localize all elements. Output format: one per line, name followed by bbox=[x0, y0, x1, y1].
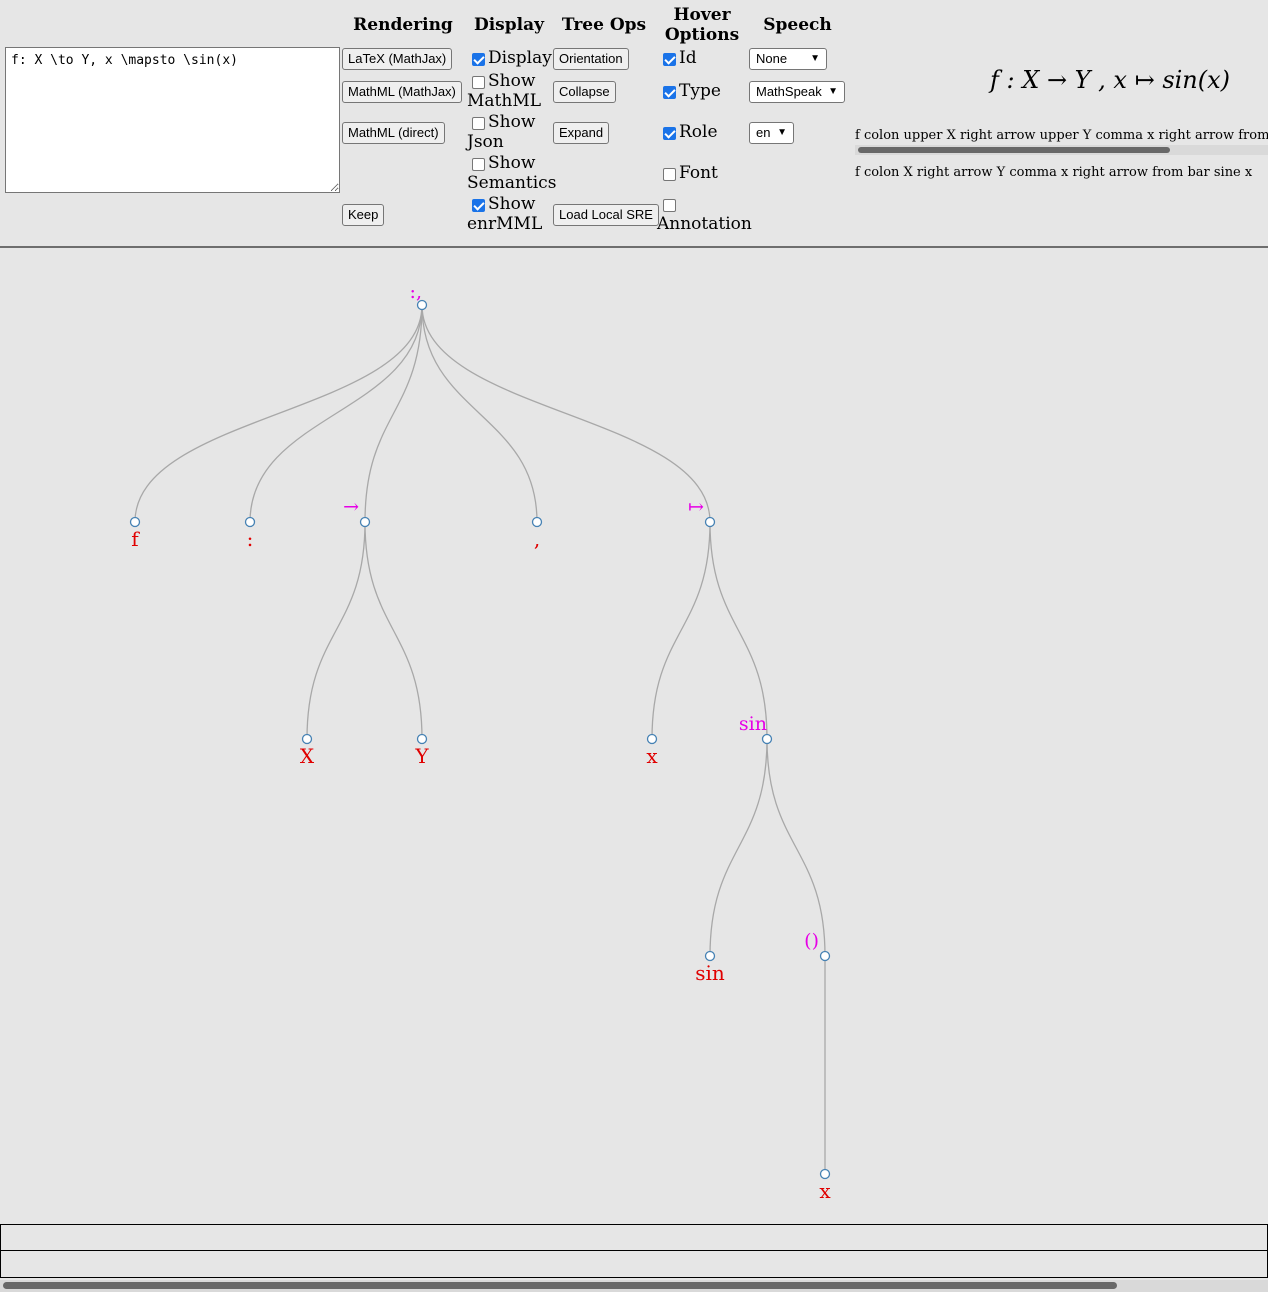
header-hover-line2: Options bbox=[664, 25, 740, 45]
show-mathml-label: Show MathML bbox=[467, 71, 553, 111]
latex-input[interactable] bbox=[5, 47, 340, 193]
hover-type-checkbox[interactable] bbox=[663, 86, 676, 99]
header-display: Display bbox=[473, 15, 544, 35]
tree-label-root: :, bbox=[410, 281, 422, 303]
show-json-line1: Show bbox=[488, 112, 536, 132]
show-semantics-line2: Semantics bbox=[467, 173, 557, 193]
tree-label-comma: , bbox=[534, 527, 540, 551]
tree-label-parens: () bbox=[804, 930, 819, 952]
tree-label-Y: Y bbox=[414, 744, 429, 768]
chevron-down-icon: ▼ bbox=[828, 86, 838, 97]
hover-font-label: Font bbox=[679, 163, 718, 183]
tree-node-sinop[interactable] bbox=[761, 733, 773, 745]
load-local-sre-button[interactable]: Load Local SRE bbox=[553, 204, 659, 226]
tree-label-sinleaf: sin bbox=[695, 961, 725, 985]
rendered-formula: f : X → Y , x ↦ sin(x) bbox=[990, 66, 1231, 94]
hover-font-checkbox[interactable] bbox=[663, 168, 676, 181]
chevron-down-icon: ▼ bbox=[810, 53, 820, 64]
tree-node-f[interactable] bbox=[129, 516, 141, 528]
show-mathml-line2: MathML bbox=[467, 91, 542, 111]
hover-id-checkbox[interactable] bbox=[663, 53, 676, 66]
tree-label-mapsto: ↦ bbox=[688, 496, 704, 518]
hover-id-label: Id bbox=[679, 48, 697, 68]
page-scroll-thumb[interactable] bbox=[3, 1282, 1117, 1289]
show-json-label: Show Json bbox=[467, 112, 553, 152]
header-rendering: Rendering bbox=[353, 15, 453, 35]
output-box-1 bbox=[0, 1224, 1268, 1252]
tree-label-x2: x bbox=[819, 1179, 831, 1203]
tree-label-colon: : bbox=[247, 527, 254, 551]
tree-node-parens[interactable] bbox=[819, 950, 831, 962]
tree-node-comma[interactable] bbox=[531, 516, 543, 528]
hover-role-checkbox[interactable] bbox=[663, 127, 676, 140]
semantic-tree: :, f: →, ↦ X Yx sin sin () x bbox=[129, 281, 831, 1203]
header-hover-options: Hover Options bbox=[656, 5, 748, 45]
header-speech: Speech bbox=[763, 15, 832, 35]
show-mathml-line1: Show bbox=[488, 71, 536, 91]
speech-rules-value: MathSpeak bbox=[756, 84, 822, 99]
tree-edge bbox=[709, 521, 768, 740]
tree-edge bbox=[364, 521, 423, 740]
collapse-button[interactable]: Collapse bbox=[553, 81, 616, 103]
speech-output-line2: f colon X right arrow Y comma x right ar… bbox=[855, 165, 1253, 180]
speech-output-scroll: f colon upper X right arrow upper Y comm… bbox=[855, 128, 1268, 156]
speech-output-line1: f colon upper X right arrow upper Y comm… bbox=[855, 128, 1268, 143]
tree-node-x1[interactable] bbox=[646, 733, 658, 745]
speech-engine-value: None bbox=[756, 51, 788, 66]
show-json-line2: Json bbox=[467, 132, 504, 152]
tree-node-x2[interactable] bbox=[819, 1168, 831, 1180]
tree-node-sinleaf[interactable] bbox=[704, 950, 716, 962]
tree-edge bbox=[249, 304, 423, 523]
tree-node-mapsto[interactable] bbox=[704, 516, 716, 528]
speech-rules-select[interactable]: MathSpeak ▼ bbox=[749, 81, 845, 103]
tree-edge bbox=[709, 738, 768, 957]
tree-label-sinop: sin bbox=[739, 713, 767, 735]
output-box-2 bbox=[0, 1250, 1268, 1278]
tree-edge bbox=[766, 738, 826, 957]
tree-node-Y[interactable] bbox=[416, 733, 428, 745]
tree-label-X: X bbox=[300, 744, 315, 768]
tree-edge bbox=[364, 304, 423, 523]
speech-locale-value: en bbox=[756, 125, 771, 140]
tree-label-arrow: → bbox=[343, 496, 359, 518]
tree-node-arrow[interactable] bbox=[359, 516, 371, 528]
hover-type-label: Type bbox=[679, 81, 721, 101]
tree-edge bbox=[421, 304, 538, 523]
tree-node-X[interactable] bbox=[301, 733, 313, 745]
display-label: Display bbox=[488, 48, 552, 68]
tree-edge bbox=[421, 304, 711, 523]
keep-button[interactable]: Keep bbox=[342, 204, 385, 226]
latex-mathjax-button[interactable]: LaTeX (MathJax) bbox=[342, 48, 453, 70]
chevron-down-icon: ▼ bbox=[777, 127, 787, 138]
show-semantics-label: Show Semantics bbox=[467, 153, 557, 193]
tree-label-f: f bbox=[131, 527, 140, 551]
speech-locale-select[interactable]: en ▼ bbox=[749, 122, 794, 144]
show-enrmml-line1: Show bbox=[488, 194, 536, 214]
hover-role-label: Role bbox=[679, 122, 718, 142]
hover-annotation-label: Annotation bbox=[657, 214, 752, 234]
tree-edge bbox=[134, 304, 423, 523]
display-checkbox[interactable] bbox=[472, 53, 485, 66]
mathml-mathjax-button[interactable]: MathML (MathJax) bbox=[342, 81, 462, 103]
speech-engine-select[interactable]: None ▼ bbox=[749, 48, 827, 70]
show-enrmml-label: Show enrMML bbox=[467, 194, 553, 234]
show-semantics-line1: Show bbox=[488, 153, 536, 173]
header-tree-ops: Tree Ops bbox=[561, 15, 647, 35]
mathml-direct-button[interactable]: MathML (direct) bbox=[342, 122, 445, 144]
tree-edge bbox=[651, 521, 711, 740]
header-hover-line1: Hover bbox=[673, 5, 731, 25]
speech-scroll-thumb[interactable] bbox=[858, 147, 1170, 153]
show-enrmml-line2: enrMML bbox=[467, 214, 543, 234]
tree-label-x1: x bbox=[646, 744, 658, 768]
orientation-button[interactable]: Orientation bbox=[553, 48, 629, 70]
expand-button[interactable]: Expand bbox=[553, 122, 610, 144]
tree-edge bbox=[306, 521, 366, 740]
hover-annotation-checkbox[interactable] bbox=[663, 199, 676, 212]
tree-node-colon[interactable] bbox=[244, 516, 256, 528]
